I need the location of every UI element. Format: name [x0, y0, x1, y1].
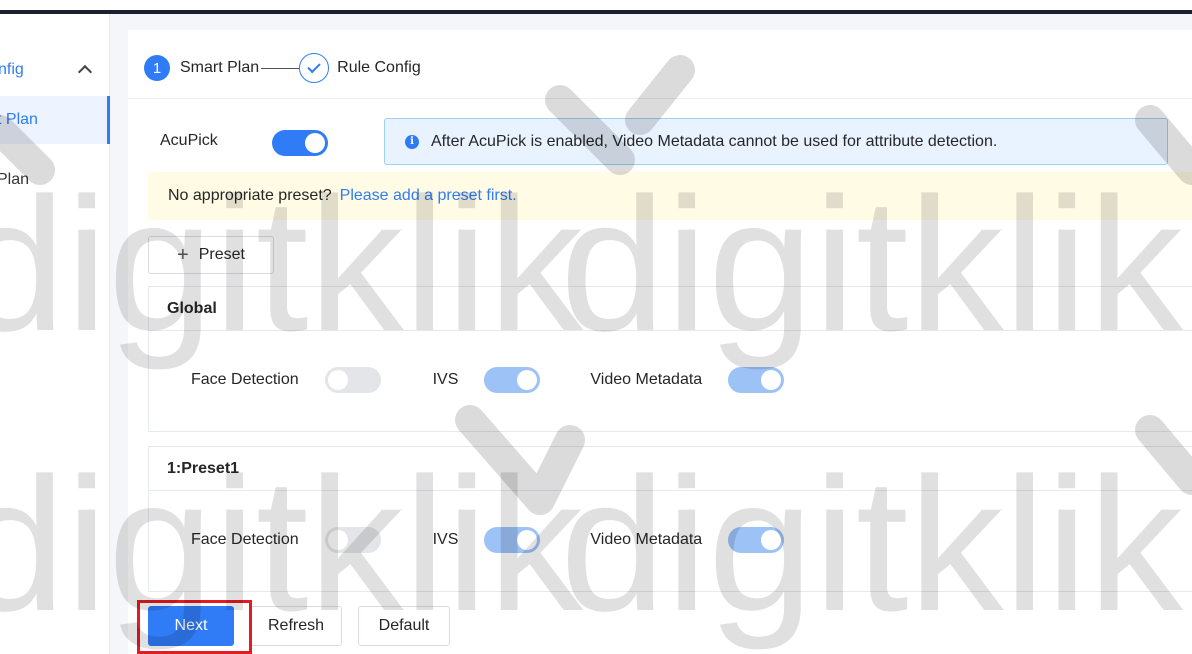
highlight-box	[137, 600, 252, 654]
switch-label: Video Metadata	[590, 371, 703, 388]
switch-label: Video Metadata	[590, 531, 703, 548]
divider	[128, 98, 1192, 99]
sidebar-item-plan[interactable]: Plan	[0, 156, 110, 204]
sidebar-item-smart-plan[interactable]: t Plan	[0, 96, 110, 144]
switch-row: Face Detection IVS Video Metadata	[191, 527, 785, 553]
acupick-label: AcuPick	[160, 132, 218, 149]
panel-preset1: 1:Preset1 Face Detection IVS Video Metad…	[148, 446, 1192, 592]
switch-video-metadata: Video Metadata	[590, 367, 785, 393]
video-metadata-toggle[interactable]	[728, 527, 785, 553]
step-1-label: Smart Plan	[180, 59, 260, 76]
video-metadata-toggle[interactable]	[728, 367, 785, 393]
step-1-number: 1	[144, 55, 170, 81]
toggle-knob	[517, 370, 538, 390]
sidebar-item-label: Plan	[0, 171, 30, 188]
switch-video-metadata: Video Metadata	[590, 527, 785, 553]
face-detection-toggle[interactable]	[324, 527, 381, 553]
top-bar	[0, 0, 1192, 14]
toggle-knob	[305, 133, 325, 153]
sidebar-group-config[interactable]: nfig	[0, 50, 110, 90]
chevron-up-icon[interactable]	[77, 64, 93, 80]
warning-text: No appropriate preset?	[168, 187, 332, 204]
sidebar-item-label: t Plan	[0, 111, 38, 128]
switch-ivs: IVS	[433, 527, 541, 553]
check-icon	[299, 53, 330, 83]
toggle-knob	[761, 530, 782, 550]
refresh-button[interactable]: Refresh	[250, 606, 342, 646]
ivs-toggle[interactable]	[484, 527, 541, 553]
sidebar-group-label: nfig	[0, 61, 24, 78]
top-bar-line	[0, 10, 1192, 14]
ivs-toggle[interactable]	[484, 367, 541, 393]
face-detection-toggle[interactable]	[324, 367, 381, 393]
toggle-knob	[327, 370, 348, 390]
switch-label: Face Detection	[191, 371, 299, 388]
add-preset-link[interactable]: Please add a preset first.	[340, 187, 517, 205]
info-banner: i After AcuPick is enabled, Video Metada…	[384, 118, 1168, 165]
plus-icon: +	[177, 243, 189, 266]
panel-body: Face Detection IVS Video Metadata	[149, 491, 1192, 591]
toggle-knob	[327, 530, 348, 550]
add-preset-button[interactable]: + Preset	[148, 236, 274, 274]
step-connector	[261, 67, 300, 69]
switch-label: Face Detection	[191, 531, 299, 548]
switch-face-detection: Face Detection	[191, 367, 381, 393]
default-button[interactable]: Default	[358, 606, 450, 646]
switch-label: IVS	[432, 371, 459, 388]
add-preset-label: Preset	[198, 246, 245, 263]
panel-global: Global Face Detection IVS Video Metadata	[148, 286, 1192, 432]
step-indicator: 1 Smart Plan Rule Config	[144, 52, 421, 84]
main-content: 1 Smart Plan Rule Config AcuPick i After…	[128, 30, 1192, 654]
switch-ivs: IVS	[433, 367, 541, 393]
panel-title: 1:Preset1	[149, 447, 1192, 491]
acupick-toggle[interactable]	[272, 130, 328, 156]
info-icon: i	[405, 134, 419, 149]
toggle-knob	[761, 370, 782, 390]
warning-banner: No appropriate preset? Please add a pres…	[148, 172, 1192, 220]
switch-row: Face Detection IVS Video Metadata	[191, 367, 785, 393]
switch-face-detection: Face Detection	[191, 527, 381, 553]
toggle-knob	[517, 530, 538, 550]
step-2-label: Rule Config	[337, 59, 421, 76]
panel-body: Face Detection IVS Video Metadata	[149, 331, 1192, 431]
switch-label: IVS	[432, 531, 459, 548]
info-banner-text: After AcuPick is enabled, Video Metadata…	[431, 132, 998, 150]
panel-title: Global	[149, 287, 1192, 331]
sidebar: nfig t Plan Plan	[0, 14, 110, 654]
